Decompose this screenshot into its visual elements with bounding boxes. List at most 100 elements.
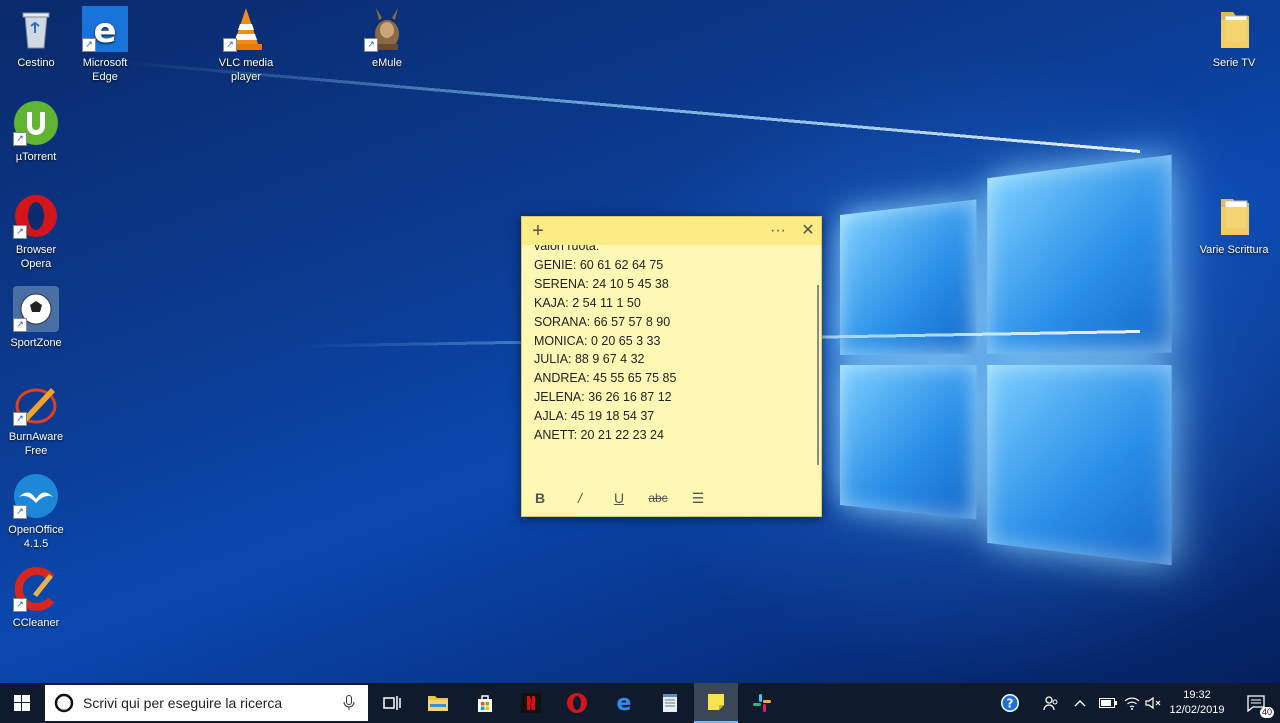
cortana-circle-icon: [54, 693, 74, 713]
tray-people[interactable]: [1031, 683, 1071, 723]
desktop-icon-openoffice[interactable]: ↗ OpenOffice 4.1.5: [0, 473, 72, 551]
desktop-icon-label: CCleaner: [0, 616, 72, 630]
desktop-icon-serie-tv[interactable]: Serie TV: [1198, 6, 1270, 70]
strikethrough-button[interactable]: abc: [644, 488, 672, 508]
shortcut-arrow-icon: ↗: [13, 132, 27, 146]
note-line: ANETT: 20 21 22 23 24: [534, 426, 811, 445]
desktop-icon-recycle-bin[interactable]: Cestino: [0, 6, 72, 70]
note-line: KAJA: 2 54 11 1 50: [534, 294, 811, 313]
file-explorer-icon: [427, 694, 449, 712]
desktop-icon-burnaware[interactable]: ↗ BurnAware Free: [0, 380, 72, 458]
desktop-icon-label: SportZone: [0, 336, 72, 350]
new-note-button[interactable]: +: [527, 221, 549, 241]
svg-text:?: ?: [1007, 697, 1014, 711]
svg-text:e: e: [617, 692, 632, 714]
taskbar-edge[interactable]: e: [604, 683, 644, 723]
shortcut-arrow-icon: ↗: [13, 225, 27, 239]
italic-button[interactable]: /: [572, 488, 588, 508]
note-line: AJLA: 45 19 18 54 37: [534, 407, 811, 426]
help-icon: ?: [1000, 693, 1020, 713]
chevron-up-icon: [1074, 699, 1086, 707]
desktop-icon-vlc[interactable]: ↗ VLC media player: [210, 6, 282, 84]
folder-icon: [1211, 193, 1257, 239]
svg-text:e: e: [93, 11, 116, 51]
shortcut-arrow-icon: ↗: [82, 38, 96, 52]
note-line: GENIE: 60 61 62 64 75: [534, 256, 811, 275]
taskbar-opera[interactable]: [557, 683, 597, 723]
desktop-icon-varie-scrittura[interactable]: Varie Scrittura: [1198, 193, 1270, 257]
utorrent-icon: ↗: [13, 100, 59, 146]
shortcut-arrow-icon: ↗: [13, 505, 27, 519]
taskbar-sticky-notes-active[interactable]: [694, 683, 738, 723]
desktop-icon-label: µTorrent: [0, 150, 72, 164]
taskbar: Scrivi qui per eseguire la ricerca e ? 1…: [0, 683, 1280, 723]
clock-time: 19:32: [1166, 688, 1228, 703]
sticky-note-text-area[interactable]: valori ruota: GENIE: 60 61 62 64 75 SERE…: [522, 245, 811, 481]
shortcut-arrow-icon: ↗: [364, 38, 378, 52]
taskbar-store[interactable]: [465, 683, 505, 723]
desktop-icon-label: Microsoft Edge: [69, 56, 141, 84]
notification-count-badge: 40: [1260, 707, 1274, 718]
tray-show-hidden[interactable]: [1066, 683, 1094, 723]
wallpaper-windows-logo: [840, 177, 1172, 553]
taskbar-netflix[interactable]: [511, 683, 551, 723]
desktop-icon-label: eMule: [351, 56, 423, 70]
desktop-icon-microsoft-edge[interactable]: e ↗ Microsoft Edge: [69, 6, 141, 84]
desktop-icon-utorrent[interactable]: ↗ µTorrent: [0, 100, 72, 164]
taskbar-file-explorer[interactable]: [418, 683, 458, 723]
desktop-icon-ccleaner[interactable]: ↗ CCleaner: [0, 566, 72, 630]
sticky-notes-icon: [706, 692, 726, 712]
sticky-note-header[interactable]: + ··· ✕: [522, 217, 821, 245]
note-line: ANDREA: 45 55 65 75 85: [534, 369, 811, 388]
edge-icon: e ↗: [82, 6, 128, 52]
search-placeholder: Scrivi qui per eseguire la ricerca: [83, 695, 282, 711]
close-note-button[interactable]: ✕: [797, 221, 819, 241]
burnaware-disc-icon: ↗: [13, 380, 59, 426]
taskbar-slack[interactable]: [742, 683, 782, 723]
sticky-note-window[interactable]: + ··· ✕ valori ruota: GENIE: 60 61 62 64…: [521, 216, 822, 517]
battery-icon: [1099, 698, 1117, 708]
notepad-icon: [659, 692, 681, 714]
taskbar-notepad[interactable]: [650, 683, 690, 723]
start-button[interactable]: [2, 683, 42, 723]
tray-volume[interactable]: [1140, 683, 1166, 723]
desktop-icon-label: Cestino: [0, 56, 72, 70]
bullet-list-button[interactable]: ☰: [688, 488, 708, 508]
netflix-icon: [521, 693, 541, 713]
search-box[interactable]: Scrivi qui per eseguire la ricerca: [45, 685, 368, 721]
action-center-button[interactable]: 40: [1236, 683, 1276, 723]
slack-icon: [752, 693, 772, 713]
note-line: valori ruota:: [534, 245, 811, 256]
shortcut-arrow-icon: ↗: [13, 412, 27, 426]
edge-icon: e: [613, 692, 635, 714]
bold-button[interactable]: B: [532, 488, 548, 508]
ccleaner-icon: ↗: [13, 566, 59, 612]
desktop-icon-label: Serie TV: [1198, 56, 1270, 70]
shortcut-arrow-icon: ↗: [13, 598, 27, 612]
underline-button[interactable]: U: [611, 488, 627, 508]
microphone-icon[interactable]: [343, 695, 355, 711]
desktop-icon-sportzone[interactable]: ↗ SportZone: [0, 286, 72, 350]
desktop-icon-label: Browser Opera: [0, 243, 72, 271]
folder-icon: [1211, 6, 1257, 52]
desktop-icon-label: OpenOffice 4.1.5: [0, 523, 72, 551]
more-options-button[interactable]: ···: [767, 221, 789, 241]
tray-help[interactable]: ?: [990, 683, 1030, 723]
note-line: SERENA: 24 10 5 45 38: [534, 275, 811, 294]
formatting-toolbar: B / U abc ☰: [522, 480, 821, 516]
desktop-icon-emule[interactable]: ↗ eMule: [351, 6, 423, 70]
shortcut-arrow-icon: ↗: [13, 318, 27, 332]
task-view-button[interactable]: [372, 683, 412, 723]
soccer-ball-icon: ↗: [13, 286, 59, 332]
note-scrollbar[interactable]: [817, 285, 819, 465]
desktop-icon-opera[interactable]: ↗ Browser Opera: [0, 193, 72, 271]
opera-icon: [566, 692, 588, 714]
note-line: SORANA: 66 57 57 8 90: [534, 313, 811, 332]
recycle-bin-icon: [13, 6, 59, 52]
wifi-icon: [1124, 696, 1140, 710]
opera-icon: ↗: [13, 193, 59, 239]
task-view-icon: [383, 695, 401, 711]
vlc-cone-icon: ↗: [223, 6, 269, 52]
desktop-icon-label: VLC media player: [210, 56, 282, 84]
clock[interactable]: 19:32 12/02/2019: [1166, 688, 1228, 718]
